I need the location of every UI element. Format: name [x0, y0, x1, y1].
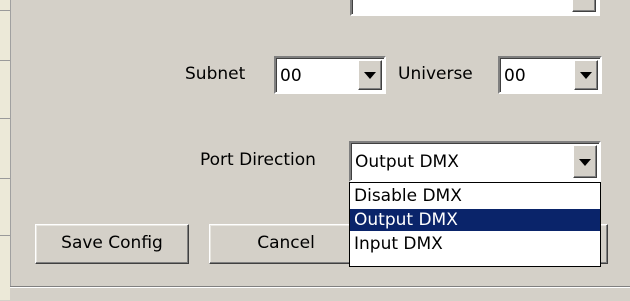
option-disable-dmx[interactable]: Disable DMX [350, 185, 600, 207]
port-direction-value: Output DMX [355, 152, 459, 172]
subnet-select[interactable]: 00 [274, 56, 386, 94]
port-direction-select[interactable]: Output DMX [349, 141, 601, 182]
universe-value: 00 [504, 66, 526, 86]
port-direction-dropdown-list: Disable DMX Output DMX Input DMX [349, 182, 601, 267]
universe-dropdown-button[interactable] [574, 60, 598, 90]
universe-label: Universe [398, 64, 473, 84]
chevron-down-icon [579, 158, 591, 166]
chevron-down-icon [364, 72, 376, 79]
port-direction-label: Port Direction [200, 150, 316, 170]
chevron-down-icon [580, 72, 592, 79]
window-right-edge [620, 0, 630, 286]
subnet-value: 00 [280, 66, 302, 86]
cancel-button[interactable]: Cancel [209, 224, 363, 264]
subnet-dropdown-button[interactable] [358, 60, 382, 90]
option-output-dmx[interactable]: Output DMX [350, 209, 600, 231]
top-combo-partial[interactable] [350, 0, 600, 16]
window-left-border [0, 0, 11, 300]
window-bottom-border [10, 286, 630, 301]
top-combo-dropdown-button[interactable] [572, 0, 596, 12]
save-config-button[interactable]: Save Config [35, 224, 189, 264]
subnet-label: Subnet [185, 64, 246, 84]
universe-select[interactable]: 00 [498, 56, 602, 94]
option-input-dmx[interactable]: Input DMX [350, 233, 600, 255]
port-direction-dropdown-button[interactable] [573, 145, 597, 178]
